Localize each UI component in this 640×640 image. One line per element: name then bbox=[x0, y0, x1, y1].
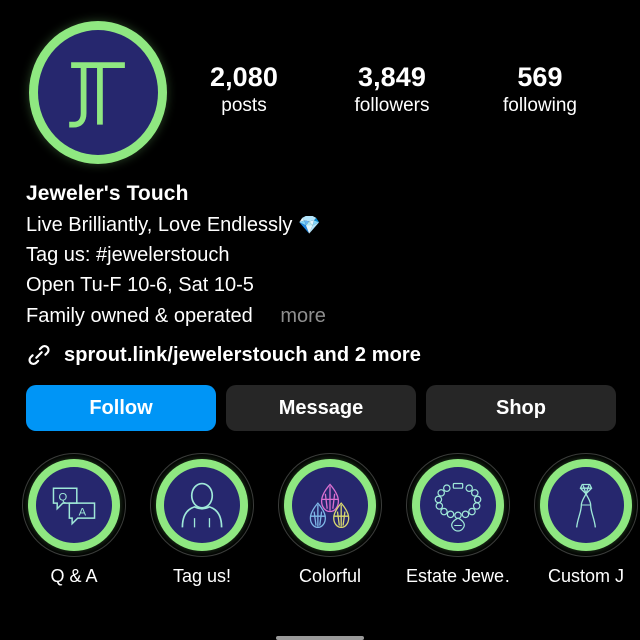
highlight-green-ring bbox=[284, 459, 376, 552]
necklace-icon bbox=[434, 482, 482, 532]
diamond-icon: 💎 bbox=[297, 214, 321, 235]
link-chain-icon bbox=[28, 345, 50, 366]
highlight-ring: Q A bbox=[22, 453, 126, 558]
page-title: Jeweler's Touch bbox=[26, 182, 189, 205]
highlight-green-ring bbox=[540, 459, 632, 552]
story-highlights: Q A Q & A Tag us! Colorful Estate Jewe C… bbox=[0, 431, 640, 587]
highlight-label: Q & A bbox=[50, 566, 98, 587]
highlight-ring bbox=[278, 453, 382, 558]
highlight-estate-jewelry[interactable]: Estate Jewe… bbox=[406, 453, 510, 587]
avatar[interactable] bbox=[26, 18, 170, 166]
profile-link-text: sprout.link/jewelerstouch and 2 more bbox=[64, 343, 422, 366]
highlight-label: Custom J bbox=[547, 566, 625, 587]
shop-button[interactable]: Shop bbox=[426, 385, 616, 432]
bio-more-link[interactable]: more bbox=[280, 305, 326, 327]
stat-posts[interactable]: 2,080 posts bbox=[198, 62, 290, 120]
following-count: 569 bbox=[517, 62, 563, 92]
profile-header: 2,080 posts 3,849 followers 569 followin… bbox=[0, 0, 640, 166]
stat-following[interactable]: 569 following bbox=[494, 62, 586, 120]
bio-line-4-text: Family owned & operated bbox=[26, 304, 253, 327]
highlight-tag-us[interactable]: Tag us! bbox=[150, 453, 254, 587]
highlight-label: Tag us! bbox=[172, 566, 232, 587]
bio-line-4: Family owned & operated more bbox=[26, 301, 618, 331]
instagram-profile-screen: 2,080 posts 3,849 followers 569 followin… bbox=[0, 0, 640, 640]
highlight-label: Estate Jewe… bbox=[406, 566, 510, 587]
highlight-custom-jewelry[interactable]: Custom J bbox=[534, 453, 638, 587]
home-indicator bbox=[276, 636, 364, 640]
highlight-ring bbox=[406, 453, 510, 558]
following-label: following bbox=[503, 95, 577, 117]
highlight-green-ring bbox=[156, 459, 248, 552]
followers-label: followers bbox=[354, 95, 430, 117]
avatar-ring bbox=[29, 20, 167, 164]
profile-action-buttons: Follow Message Shop bbox=[0, 368, 640, 432]
svg-text:A: A bbox=[79, 506, 87, 518]
highlight-cover bbox=[164, 467, 240, 544]
jt-monogram-logo bbox=[69, 62, 125, 128]
followers-count: 3,849 bbox=[357, 62, 427, 92]
highlight-label: Colorful bbox=[298, 566, 362, 587]
highlight-qa[interactable]: Q A Q & A bbox=[22, 453, 126, 587]
profile-bio: Jeweler's Touch Live Brilliantly, Love E… bbox=[0, 166, 640, 331]
person-silhouette-icon bbox=[181, 482, 223, 528]
speech-bubbles-qa-icon: Q A bbox=[52, 487, 96, 526]
follow-button[interactable]: Follow bbox=[26, 385, 216, 432]
message-button[interactable]: Message bbox=[226, 385, 416, 432]
three-gemstones-icon bbox=[309, 483, 350, 529]
stat-followers[interactable]: 3,849 followers bbox=[346, 62, 438, 120]
highlight-ring bbox=[534, 453, 638, 558]
bio-line-1: Live Brilliantly, Love Endlessly 💎 bbox=[26, 210, 618, 240]
bio-line-3: Open Tu-F 10-6, Sat 10-5 bbox=[26, 274, 254, 297]
highlight-cover bbox=[548, 467, 624, 544]
highlight-cover bbox=[420, 467, 496, 544]
highlight-green-ring bbox=[412, 459, 504, 552]
highlight-colorful[interactable]: Colorful bbox=[278, 453, 382, 587]
avatar-inner bbox=[38, 29, 158, 155]
bio-line-1-text: Live Brilliantly, Love Endlessly bbox=[26, 213, 293, 236]
profile-link-row[interactable]: sprout.link/jewelerstouch and 2 more bbox=[0, 331, 640, 368]
svg-text:Q: Q bbox=[58, 491, 67, 503]
jewelry-pliers-icon bbox=[576, 483, 596, 528]
profile-stats: 2,080 posts 3,849 followers 569 followin… bbox=[170, 18, 618, 120]
posts-label: posts bbox=[221, 95, 267, 117]
highlight-cover bbox=[292, 467, 368, 544]
bio-line-2: Tag us: #jewelerstouch bbox=[26, 243, 230, 266]
posts-count: 2,080 bbox=[209, 62, 279, 92]
highlight-green-ring: Q A bbox=[28, 459, 120, 552]
highlight-cover: Q A bbox=[36, 467, 112, 544]
highlight-ring bbox=[150, 453, 254, 558]
